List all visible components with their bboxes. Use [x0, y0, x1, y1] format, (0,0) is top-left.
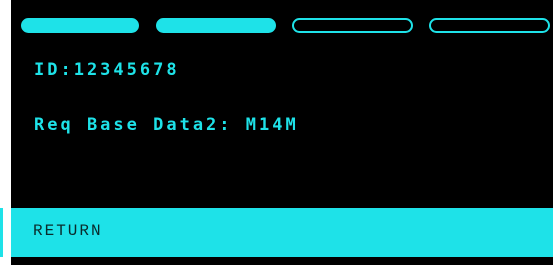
display-panel: ID:12345678 Req Base Data2: M14M RETURN	[11, 0, 553, 265]
return-button[interactable]: RETURN	[11, 208, 553, 257]
progress-step-4	[429, 18, 550, 33]
return-bar-edge	[0, 208, 3, 257]
request-data-text: Req Base Data2: M14M	[34, 115, 299, 135]
progress-step-1	[21, 18, 139, 33]
progress-step-2	[156, 18, 276, 33]
progress-step-3	[292, 18, 413, 33]
return-button-label: RETURN	[33, 222, 103, 240]
device-screen: ID:12345678 Req Base Data2: M14M RETURN	[0, 0, 553, 265]
id-text: ID:12345678	[34, 60, 180, 80]
